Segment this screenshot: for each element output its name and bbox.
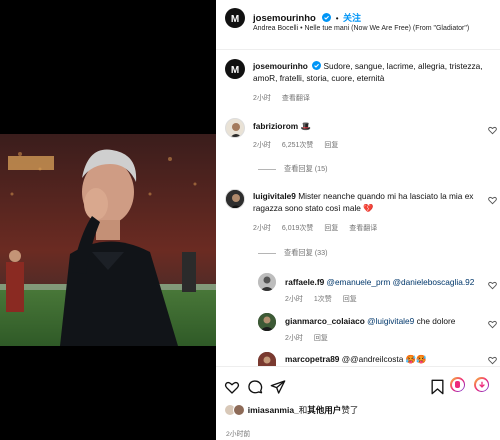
share-icon[interactable] (270, 379, 286, 395)
author-avatar[interactable]: M (225, 8, 245, 28)
caption-meta: 2小时 查看翻译 (253, 93, 319, 103)
reply-body: gianmarco_colaiaco @luigivitale9 che dol… (285, 315, 455, 327)
view-replies[interactable]: 查看回复 (33) (258, 248, 328, 258)
comment-likes[interactable]: 6,019次赞 (282, 225, 314, 232)
reply-body: marcopetra89 @@andreilcosta 🥵🥵 (285, 353, 426, 365)
reply-likes[interactable]: 1次赞 (314, 296, 332, 303)
likes-others[interactable]: 其他用户 (307, 405, 341, 415)
reply-reply-button[interactable]: 回复 (314, 335, 328, 342)
reply-text: che dolore (416, 316, 456, 326)
post-actions-bar (216, 366, 500, 406)
post-header: M josemourinho • 关注 Andrea Bocelli • Nel… (216, 0, 500, 50)
caption: josemourinho Sudore, sangue, lacrime, al… (253, 60, 493, 84)
post-timestamp: 2小时前 (226, 431, 251, 438)
reply-text: @@andreilcosta 🥵🥵 (341, 354, 427, 364)
download-extension-icon[interactable] (474, 377, 489, 392)
comment-icon[interactable] (247, 379, 263, 395)
comment-heart-icon[interactable] (488, 126, 497, 135)
comment-text: 🎩 (300, 121, 311, 131)
post-media-area (0, 0, 216, 440)
reply-heart-icon[interactable] (488, 356, 497, 365)
view-replies-label[interactable]: 查看回复 (15) (284, 164, 328, 173)
extension-icon[interactable] (450, 377, 465, 392)
reply-username[interactable]: raffaele.f9 (285, 277, 324, 287)
likes-suffix: 赞了 (341, 405, 359, 415)
reply-username[interactable]: marcopetra89 (285, 354, 339, 364)
reply-avatar[interactable] (258, 352, 276, 366)
bookmark-icon[interactable] (430, 379, 445, 395)
follow-button[interactable]: 关注 (343, 13, 361, 23)
comment-likes[interactable]: 6,251次赞 (282, 142, 314, 149)
reply-avatar[interactable] (258, 313, 276, 331)
comment-avatar[interactable] (225, 118, 245, 138)
comment-heart-icon[interactable] (488, 196, 497, 205)
liker-avatar[interactable] (233, 404, 246, 416)
reply-reply-button[interactable]: 回复 (343, 296, 357, 303)
comment-body: fabriziorom 🎩 (253, 120, 311, 132)
heart-icon[interactable] (224, 379, 240, 395)
reply-mention[interactable]: @luigivitale9 (367, 316, 414, 326)
author-username[interactable]: josemourinho (253, 13, 316, 24)
comment-time: 2小时 (253, 142, 271, 149)
comment-time: 2小时 (253, 225, 271, 232)
reply-body: raffaele.f9 @emanuele_prm @danieleboscag… (285, 276, 490, 288)
caption-translate[interactable]: 查看翻译 (282, 95, 310, 102)
comment-reply-button[interactable]: 回复 (324, 142, 338, 149)
reply-heart-icon[interactable] (488, 320, 497, 329)
liker-username[interactable]: imiasanmia_ (248, 405, 299, 415)
reply-mentions[interactable]: @emanuele_prm @danieleboscaglia.92 (327, 277, 475, 287)
comment-avatar[interactable] (225, 189, 245, 209)
verified-badge-icon (322, 13, 332, 22)
reply-avatar[interactable] (258, 273, 276, 291)
verified-badge-icon (312, 61, 322, 70)
svg-text:M: M (231, 65, 239, 76)
reply-time: 2小时 (285, 296, 303, 303)
likes-summary: imiasanmia_和其他用户赞了 (224, 404, 358, 416)
comment-meta: 2小时 6,251次赞 回复 (253, 140, 347, 150)
reply-meta: 2小时 1次赞 回复 (285, 294, 366, 304)
caption-time: 2小时 (253, 95, 271, 102)
reply-meta: 2小时 回复 (285, 333, 337, 343)
reply-heart-icon[interactable] (488, 281, 497, 290)
post-photo[interactable] (0, 134, 216, 346)
comment-body: luigivitale9 Mister neanche quando mi ha… (253, 190, 481, 214)
post-detail-panel: M josemourinho • 关注 Andrea Bocelli • Nel… (216, 0, 500, 440)
comment-username[interactable]: fabriziorom (253, 121, 298, 131)
view-replies-label[interactable]: 查看回复 (33) (284, 248, 328, 257)
caption-avatar[interactable]: M (225, 59, 245, 79)
comment-meta: 2小时 6,019次赞 回复 查看翻译 (253, 223, 386, 233)
svg-text:M: M (231, 14, 239, 25)
reply-time: 2小时 (285, 335, 303, 342)
audio-track[interactable]: Andrea Bocelli • Nelle tue mani (Now We … (253, 25, 469, 32)
comment-translate[interactable]: 查看翻译 (349, 225, 377, 232)
comment-username[interactable]: luigivitale9 (253, 191, 296, 201)
view-replies[interactable]: 查看回复 (15) (258, 164, 328, 174)
caption-username[interactable]: josemourinho (253, 61, 308, 71)
reply-username[interactable]: gianmarco_colaiaco (285, 316, 365, 326)
comment-reply-button[interactable]: 回复 (324, 225, 338, 232)
dot-separator: • (335, 14, 339, 23)
